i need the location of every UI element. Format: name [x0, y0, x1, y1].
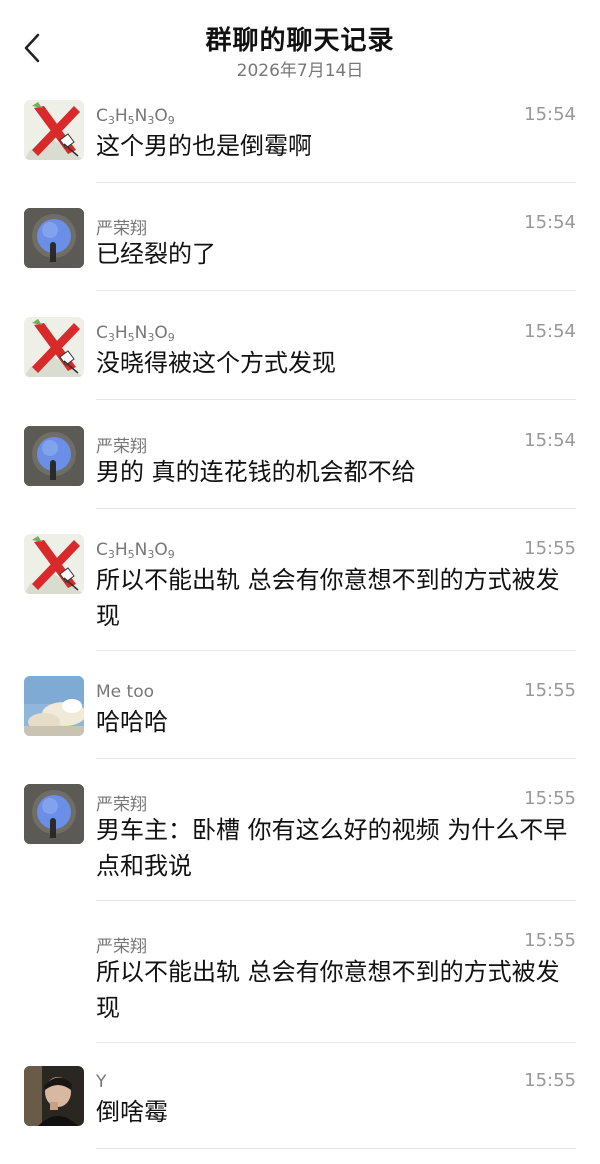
message-time: 15:55	[524, 788, 576, 809]
divider	[96, 1148, 576, 1149]
header: 群聊的聊天记录 2026年7月14日	[0, 0, 600, 92]
message-text: 男车主：卧槽 你有这么好的视频 为什么不早点和我说	[96, 816, 568, 880]
avatar[interactable]	[24, 100, 84, 160]
divider	[96, 758, 576, 759]
message-text: 男的 真的连花钱的机会都不给	[96, 458, 416, 486]
message-text: 倒啥霉	[96, 1098, 168, 1126]
message-time: 15:54	[524, 321, 576, 342]
divider	[96, 1042, 576, 1043]
avatar[interactable]	[24, 676, 84, 736]
divider	[96, 508, 576, 509]
message-item[interactable]: 严荣翔 15:55 所以不能出轨 总会有你意想不到的方式被发现	[0, 926, 600, 1044]
chat-date: 2026年7月14日	[236, 61, 364, 81]
message-item[interactable]: 严荣翔 15:55 男车主：卧槽 你有这么好的视频 为什么不早点和我说	[0, 784, 600, 902]
message-text: 哈哈哈	[96, 708, 168, 736]
message-text: 已经裂的了	[96, 240, 216, 268]
message-item[interactable]: C3H5N3O9 15:54 没晓得被这个方式发现	[0, 317, 600, 401]
message-time: 15:55	[524, 538, 576, 559]
message-item[interactable]: Me too 15:55 哈哈哈	[0, 676, 600, 760]
avatar[interactable]	[24, 426, 84, 486]
message-text: 没晓得被这个方式发现	[96, 349, 336, 377]
sender-name: C3H5N3O9	[96, 106, 175, 127]
message-text: 所以不能出轨 总会有你意想不到的方式被发现	[96, 566, 560, 630]
message-time: 15:55	[524, 930, 576, 951]
avatar[interactable]	[24, 784, 84, 844]
message-time: 15:55	[524, 1070, 576, 1091]
sender-name: C3H5N3O9	[96, 540, 175, 561]
sender-name: Me too	[96, 682, 154, 702]
message-time: 15:55	[524, 680, 576, 701]
message-item[interactable]: 严荣翔 15:54 已经裂的了	[0, 208, 600, 292]
blue-circle-avatar-icon	[24, 784, 84, 844]
avatar[interactable]	[24, 317, 84, 377]
red-x-avatar-icon	[24, 534, 84, 594]
message-item[interactable]: C3H5N3O9 15:54 这个男的也是倒霉啊	[0, 100, 600, 184]
person-photo-avatar-icon	[24, 1066, 84, 1126]
divider	[96, 182, 576, 183]
divider	[96, 290, 576, 291]
message-item[interactable]: C3H5N3O9 15:55 所以不能出轨 总会有你意想不到的方式被发现	[0, 534, 600, 652]
avatar[interactable]	[24, 208, 84, 268]
red-x-avatar-icon	[24, 100, 84, 160]
sender-name: C3H5N3O9	[96, 323, 175, 344]
message-time: 15:54	[524, 104, 576, 125]
avatar[interactable]	[24, 1066, 84, 1126]
sender-name: Y	[96, 1072, 107, 1092]
page-title: 群聊的聊天记录	[205, 26, 395, 56]
message-text: 所以不能出轨 总会有你意想不到的方式被发现	[96, 958, 560, 1022]
sky-cloud-avatar-icon	[24, 676, 84, 736]
blue-circle-avatar-icon	[24, 426, 84, 486]
divider	[96, 900, 576, 901]
divider	[96, 399, 576, 400]
red-x-avatar-icon	[24, 317, 84, 377]
blue-circle-avatar-icon	[24, 208, 84, 268]
message-time: 15:54	[524, 430, 576, 451]
message-text: 这个男的也是倒霉啊	[96, 132, 312, 160]
message-item[interactable]: 严荣翔 15:54 男的 真的连花钱的机会都不给	[0, 426, 600, 510]
message-item[interactable]: Y 15:55 倒啥霉	[0, 1066, 600, 1150]
avatar[interactable]	[24, 534, 84, 594]
divider	[96, 650, 576, 651]
message-time: 15:54	[524, 212, 576, 233]
